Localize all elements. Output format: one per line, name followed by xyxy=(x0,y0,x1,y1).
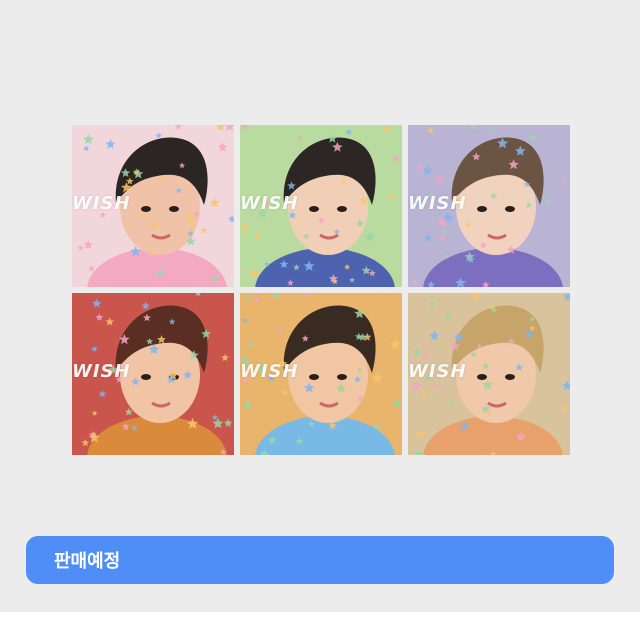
photocard-grid: WISH WISH WISH WISH WISH WISH xyxy=(72,125,570,455)
listing-image: WISH WISH WISH WISH WISH WISH 판매예정 xyxy=(0,0,640,612)
sale-status-label: 판매예정 xyxy=(54,551,121,572)
photocard-6[interactable]: WISH xyxy=(408,293,570,455)
photocard-2[interactable]: WISH xyxy=(240,125,402,287)
wish-logo: WISH xyxy=(240,193,299,214)
wish-logo: WISH xyxy=(408,361,467,382)
wish-logo: WISH xyxy=(72,361,131,382)
sale-status-banner[interactable]: 판매예정 xyxy=(26,536,614,584)
photocard-1[interactable]: WISH xyxy=(72,125,234,287)
photocard-5[interactable]: WISH xyxy=(240,293,402,455)
photocard-4[interactable]: WISH xyxy=(72,293,234,455)
photocard-3[interactable]: WISH xyxy=(408,125,570,287)
wish-logo: WISH xyxy=(72,193,131,214)
wish-logo: WISH xyxy=(408,193,467,214)
wish-logo: WISH xyxy=(240,361,299,382)
